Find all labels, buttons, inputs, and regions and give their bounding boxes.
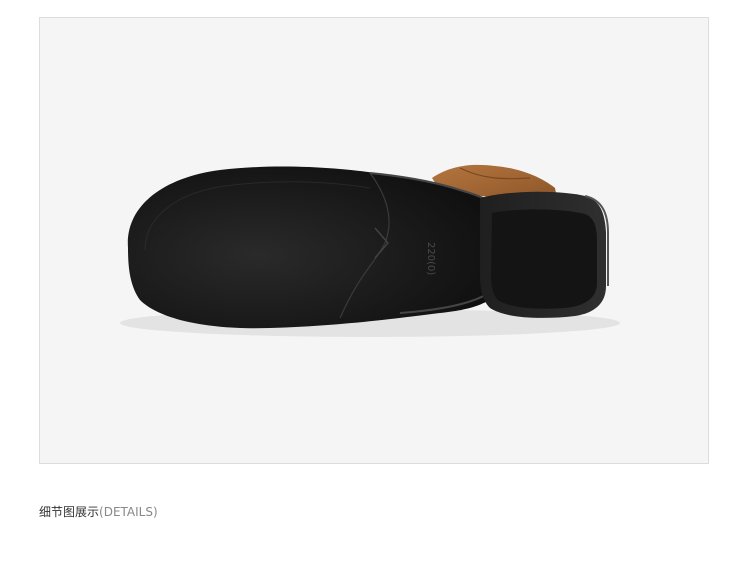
product-photo-frame: 220(0) [39,17,709,464]
outsole [127,166,498,329]
shoe-sole-image: 220(0) [120,164,620,337]
caption-subtitle: (DETAILS) [99,505,158,519]
sole-stamp: 220(0) [425,242,436,275]
caption-title: 细节图展示 [39,505,100,519]
section-caption: 细节图展示(DETAILS) [39,504,158,520]
